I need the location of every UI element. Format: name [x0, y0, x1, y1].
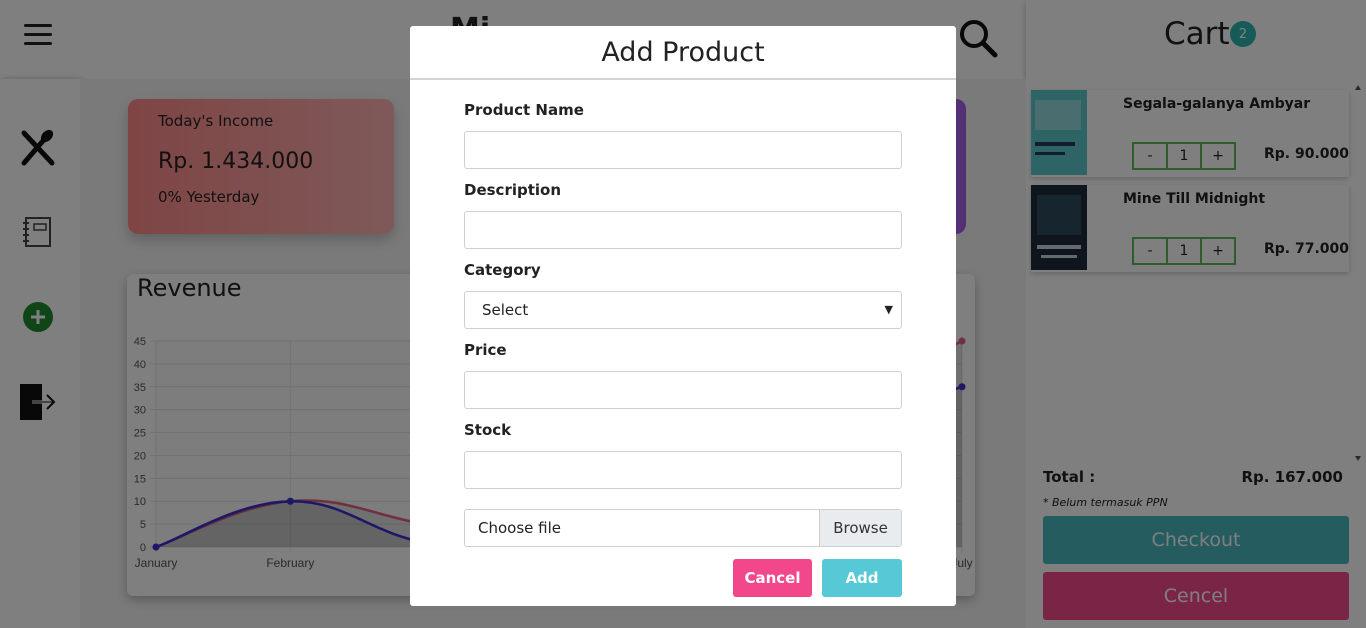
product-name-label: Product Name — [464, 101, 584, 119]
modal-title: Add Product — [601, 36, 765, 68]
price-label: Price — [464, 341, 507, 359]
product-name-input[interactable] — [464, 131, 902, 169]
file-upload-field[interactable]: Choose file Browse — [464, 509, 902, 547]
description-input[interactable] — [464, 211, 902, 249]
file-placeholder: Choose file — [478, 519, 561, 537]
add-product-modal: Add Product Product Name Description Cat… — [410, 26, 956, 606]
stock-label: Stock — [464, 421, 512, 439]
browse-button[interactable]: Browse — [819, 510, 901, 546]
cancel-button[interactable]: Cancel — [733, 559, 812, 597]
chevron-down-icon: ▼ — [884, 303, 893, 316]
category-select[interactable]: Select ▼ — [464, 291, 902, 329]
category-label: Category — [464, 261, 541, 279]
modal-header: Add Product — [410, 26, 956, 80]
description-label: Description — [464, 181, 562, 199]
add-button[interactable]: Add — [822, 559, 902, 597]
price-input[interactable] — [464, 371, 902, 409]
stock-input[interactable] — [464, 451, 902, 489]
category-selected-value: Select — [482, 301, 529, 319]
